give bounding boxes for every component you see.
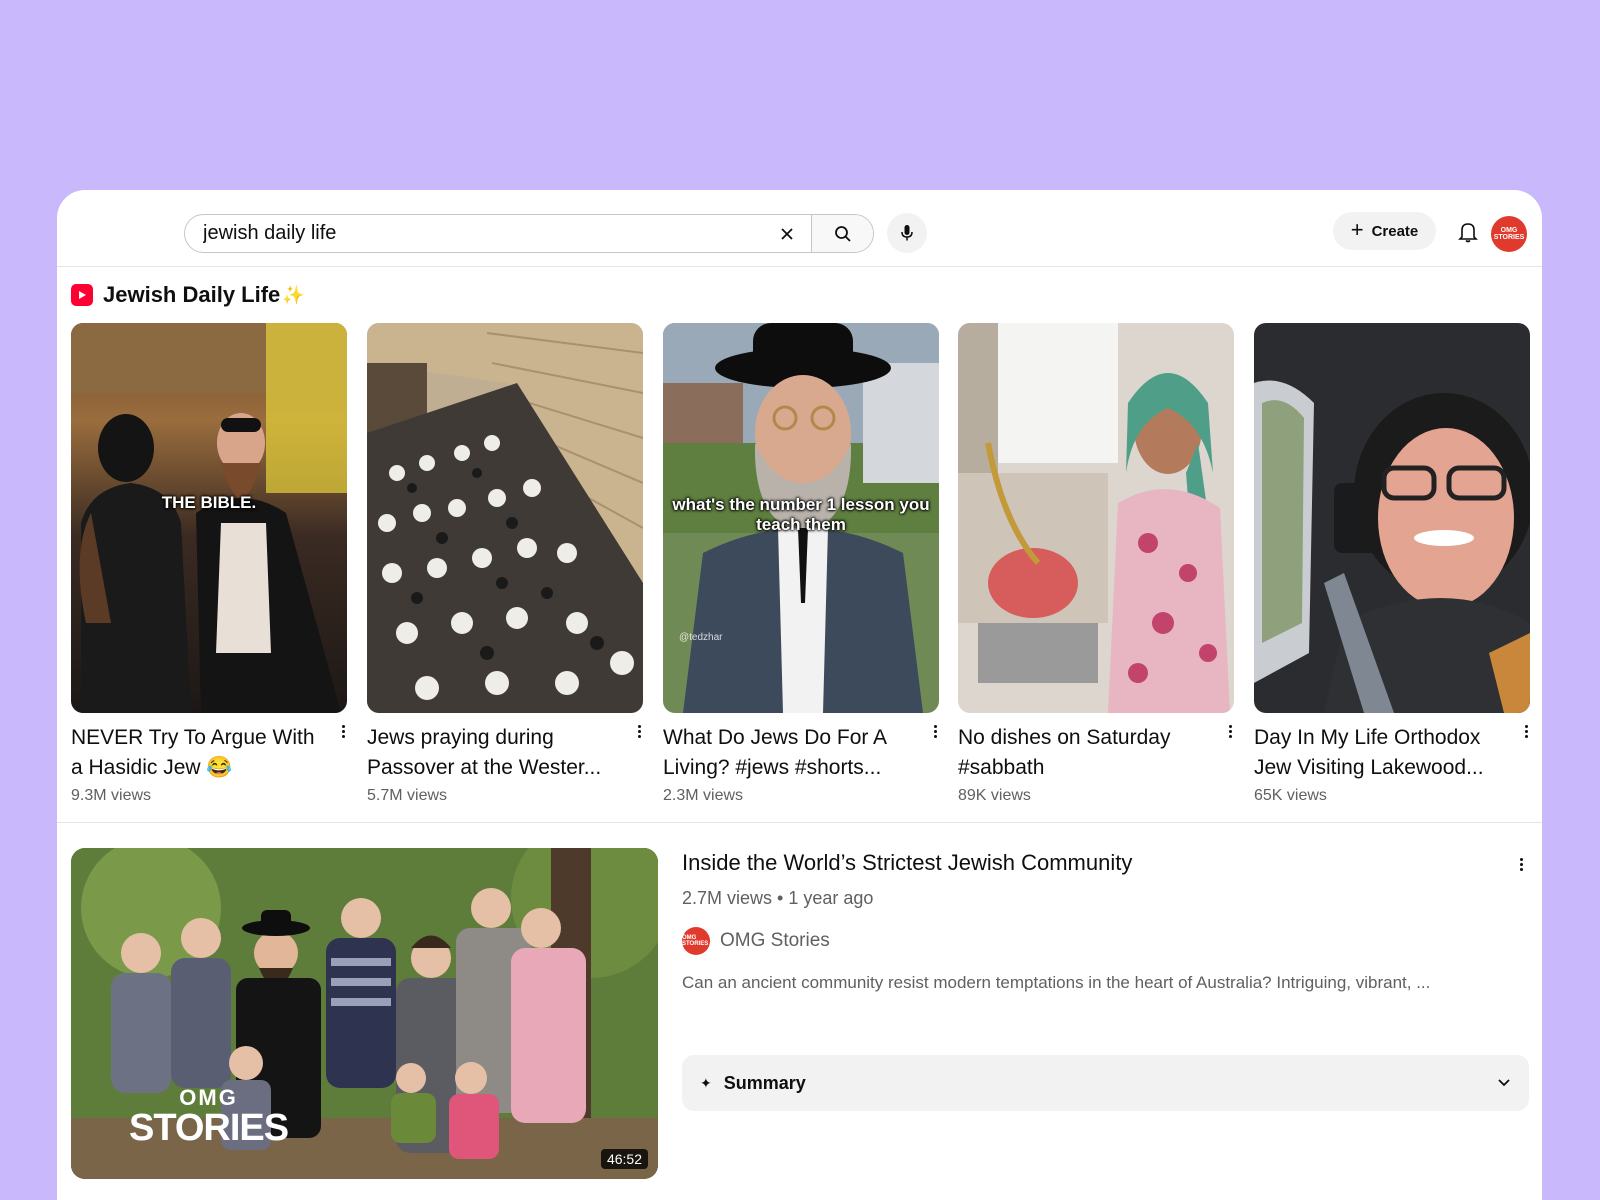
short-views: 2.3M views	[663, 787, 744, 804]
video-thumbnail[interactable]: OMG STORIES 46:52	[71, 848, 658, 1179]
short-title[interactable]: Day In My Life Orthodox Jew Visiting Lak…	[1254, 723, 1512, 783]
sparkle-emoji: ✨	[282, 284, 305, 305]
sparkle-icon: ✦	[700, 1074, 712, 1091]
mic-icon	[901, 225, 913, 241]
short-thumbnail[interactable]	[1254, 323, 1530, 713]
short-thumbnail[interactable]	[958, 323, 1234, 713]
notifications-button[interactable]	[1453, 217, 1483, 247]
video-duration: 46:52	[600, 1149, 648, 1169]
short-views: 5.7M views	[367, 787, 448, 804]
shorts-shelf-header: Jewish Daily Life ✨	[71, 282, 305, 308]
search-button[interactable]	[811, 215, 873, 252]
short-handle: @tedzhar	[679, 632, 723, 643]
more-options-button[interactable]	[337, 721, 349, 741]
more-options-button[interactable]	[929, 721, 941, 741]
video-meta: 2.7M views • 1 year ago	[682, 888, 874, 908]
shorts-logo-icon	[71, 284, 93, 306]
channel-link[interactable]: OMG STORIES OMG Stories	[682, 927, 1529, 955]
video-description: Can an ancient community resist modern t…	[682, 973, 1431, 992]
short-thumbnail[interactable]	[367, 323, 643, 713]
short-views: 9.3M views	[71, 787, 152, 804]
channel-avatar[interactable]: OMG STORIES	[682, 927, 710, 955]
short-title[interactable]: What Do Jews Do For A Living? #jews #sho…	[663, 723, 921, 783]
create-label: Create	[1371, 222, 1419, 240]
omg-stories-watermark: OMG STORIES	[129, 1085, 289, 1149]
create-button[interactable]: + Create	[1333, 212, 1436, 250]
channel-name[interactable]: OMG Stories	[720, 930, 830, 952]
short-card: what's the number 1 lesson you teach the…	[663, 323, 939, 805]
short-views: 89K views	[958, 787, 1031, 804]
avatar-text: OMG STORIES	[1493, 227, 1525, 241]
video-more-options-button[interactable]	[1515, 854, 1527, 874]
more-options-button[interactable]	[633, 721, 645, 741]
search-icon	[834, 225, 851, 242]
short-views: 65K views	[1254, 787, 1327, 804]
short-thumbnail[interactable]: THE BIBLE.	[71, 323, 347, 713]
short-card: Day In My Life Orthodox Jew Visiting Lak…	[1254, 323, 1530, 805]
video-title[interactable]: Inside the World’s Strictest Jewish Comm…	[682, 848, 1529, 878]
section-divider	[57, 822, 1542, 823]
short-thumbnail-art	[1254, 380, 1530, 713]
short-card: THE BIBLE. NEVER Try To Argue With a Has…	[71, 323, 347, 805]
short-card: Jews praying during Passover at the West…	[367, 323, 643, 805]
close-icon	[781, 227, 793, 240]
account-avatar[interactable]: OMG STORIES	[1491, 216, 1527, 252]
top-bar: + Create OMG STORIES	[57, 190, 1542, 267]
clear-search-button[interactable]	[763, 215, 811, 252]
chevron-down-icon	[1498, 1079, 1510, 1087]
short-thumbnail-art	[958, 323, 1230, 713]
short-thumbnail-art	[367, 323, 643, 713]
search-box	[184, 214, 874, 253]
short-title[interactable]: No dishes on Saturday #sabbath	[958, 723, 1216, 783]
short-caption: what's the number 1 lesson you teach the…	[672, 495, 930, 534]
short-card: No dishes on Saturday #sabbath 89K views	[958, 323, 1234, 805]
short-thumbnail-art	[71, 323, 347, 713]
more-options-button[interactable]	[1520, 721, 1532, 741]
short-caption: THE BIBLE.	[161, 493, 257, 512]
summary-expander[interactable]: ✦ Summary	[682, 1055, 1529, 1111]
short-thumbnail[interactable]: what's the number 1 lesson you teach the…	[663, 323, 939, 713]
youtube-window: + Create OMG STORIES Jewish Daily Life ✨	[57, 190, 1542, 1200]
short-title[interactable]: Jews praying during Passover at the West…	[367, 723, 625, 783]
search-input[interactable]	[185, 215, 763, 252]
short-title[interactable]: NEVER Try To Argue With a Hasidic Jew 😂	[71, 723, 329, 783]
shelf-title: Jewish Daily Life	[103, 282, 281, 307]
video-info: Inside the World’s Strictest Jewish Comm…	[682, 848, 1529, 1111]
voice-search-button[interactable]	[887, 213, 927, 253]
more-options-button[interactable]	[1224, 721, 1236, 741]
plus-icon: +	[1350, 217, 1364, 242]
bell-icon	[1458, 223, 1478, 243]
summary-label: Summary	[723, 1072, 806, 1093]
